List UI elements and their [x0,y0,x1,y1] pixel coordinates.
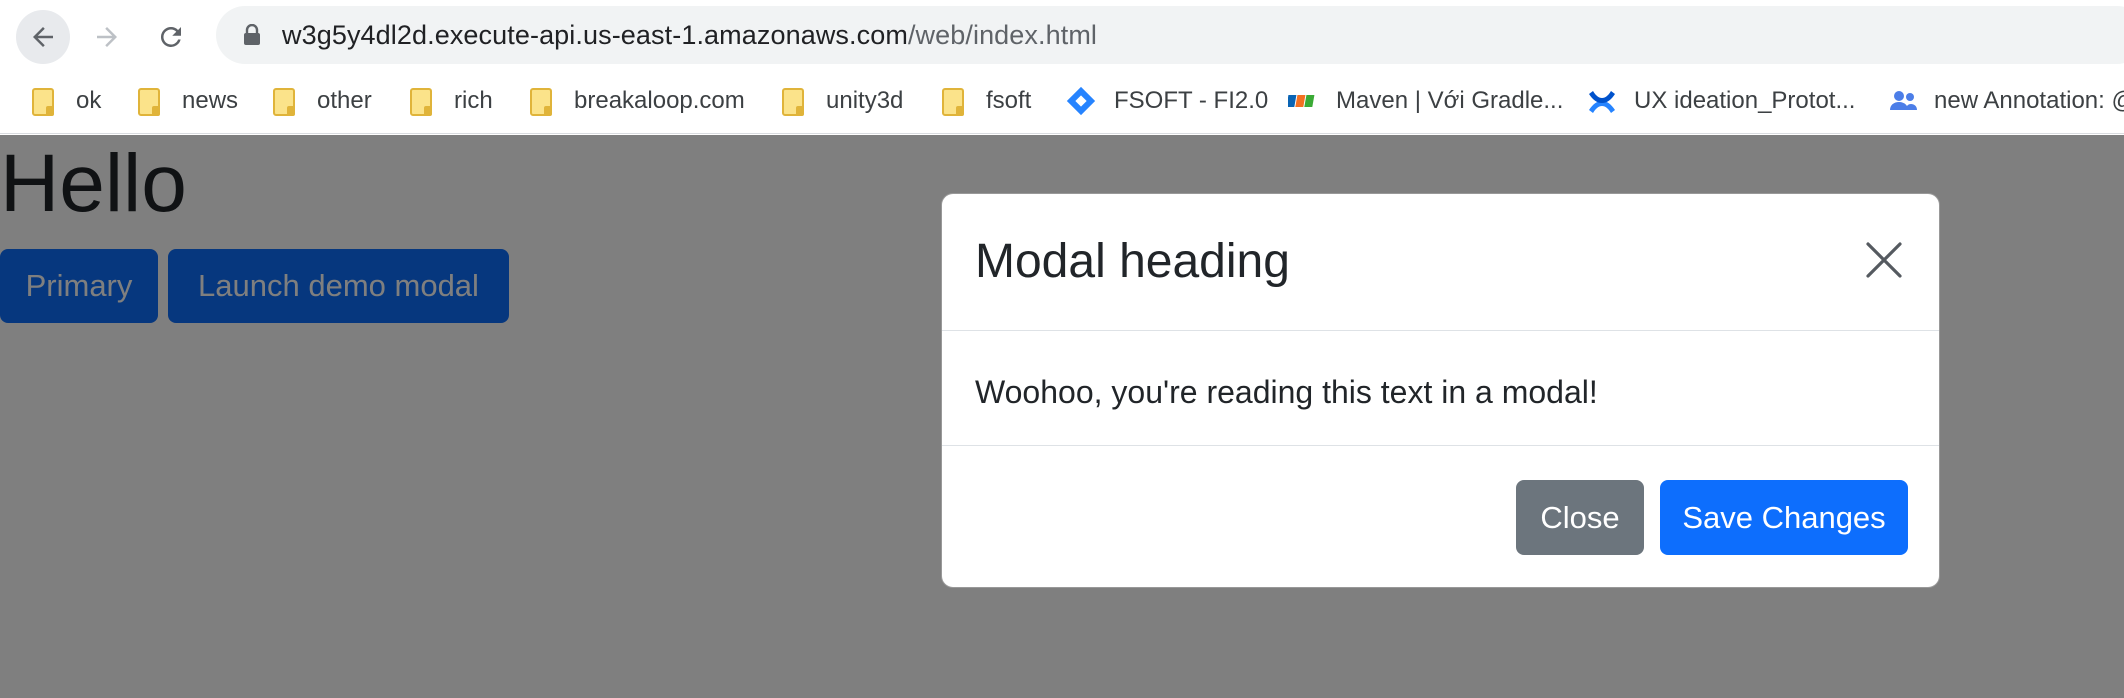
bookmark-label: other [317,87,372,114]
modal-body-text: Woohoo, you're reading this text in a mo… [975,374,1598,410]
arrow-left-icon [33,27,53,47]
folder-icon [408,86,438,116]
url-path: /web/index.html [907,20,1098,50]
modal-header: Modal heading [942,194,1939,331]
bookmark-ok[interactable]: ok [30,82,101,120]
modal-close-button[interactable] [1864,240,1904,280]
people-icon [1888,86,1918,116]
back-button[interactable] [16,10,70,64]
save-changes-button[interactable]: Save Changes [1660,480,1908,555]
url-host: w3g5y4dl2d.execute-api.us-east-1.amazona… [282,20,908,50]
jira-diamond-icon [1066,86,1096,116]
bookmark-label: UX ideation_Protot... [1634,87,1856,114]
modal-body: Woohoo, you're reading this text in a mo… [942,332,1939,446]
bookmark-label: news [182,87,239,114]
bookmark-label: new Annotation: @ [1934,87,2124,114]
bookmark-fsoft-fi2[interactable]: FSOFT - FI2.0 [1066,82,1268,120]
url-text: w3g5y4dl2d.execute-api.us-east-1.amazona… [282,20,1097,51]
address-bar[interactable]: w3g5y4dl2d.execute-api.us-east-1.amazona… [216,6,2124,64]
forward-button[interactable] [80,10,134,64]
modal-title: Modal heading [975,235,1290,288]
folder-icon [780,86,810,116]
folder-icon [528,86,558,116]
bookmark-other[interactable]: other [271,82,372,120]
reload-icon [160,26,181,47]
bookmark-label: unity3d [826,87,904,114]
close-button[interactable]: Close [1516,480,1644,555]
browser-toolbar: w3g5y4dl2d.execute-api.us-east-1.amazona… [0,0,2124,70]
bookmark-news[interactable]: news [136,82,238,120]
reload-button[interactable] [144,10,198,64]
bookmark-fsoft[interactable]: fsoft [940,82,1031,120]
folder-icon [30,86,60,116]
bookmark-label: breakaloop.com [574,87,745,114]
bookmark-breakaloop[interactable]: breakaloop.com [528,82,745,120]
arrow-right-icon [97,27,117,47]
bookmark-label: fsoft [986,87,1032,114]
confluence-icon [1586,86,1616,116]
bookmark-maven[interactable]: Maven | Với Gradle... [1286,82,1563,120]
bookmark-unity3d[interactable]: unity3d [780,82,903,120]
folder-icon [271,86,301,116]
bookmark-rich[interactable]: rich [408,82,493,120]
bookmark-new-annotation[interactable]: new Annotation: @ [1888,82,2124,120]
bookmark-label: rich [454,87,493,114]
bookmarks-bar: ok news other rich breakaloop.com unity3… [0,70,2124,134]
fpt-logo-icon [1286,86,1318,116]
lock-icon [244,24,260,45]
modal-dialog: Modal heading Woohoo, you're reading thi… [941,193,1940,588]
close-icon [1866,242,1902,278]
bookmark-ux-ideation[interactable]: UX ideation_Protot... [1586,82,1855,120]
folder-icon [940,86,970,116]
bookmark-label: Maven | Với Gradle... [1336,87,1564,114]
folder-icon [136,86,166,116]
bookmark-label: FSOFT - FI2.0 [1114,87,1269,114]
bookmark-label: ok [76,87,102,114]
